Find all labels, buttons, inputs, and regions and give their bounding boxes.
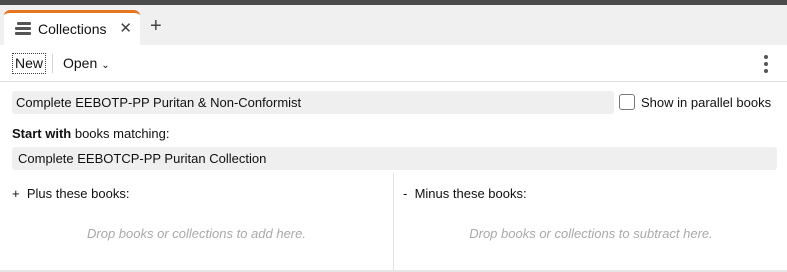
parallel-checkbox[interactable] xyxy=(619,94,635,110)
add-tab-icon[interactable]: + xyxy=(150,16,162,36)
start-with-field[interactable]: Complete EEBOTCP-PP Puritan Collection xyxy=(12,147,777,170)
close-icon[interactable]: ✕ xyxy=(119,19,132,39)
collections-icon xyxy=(15,22,31,36)
tab-strip: Collections ✕ + xyxy=(0,5,787,45)
toolbar: New Open ⌄ xyxy=(0,45,787,82)
tab-label: Collections xyxy=(38,21,107,37)
show-in-parallel-books-toggle[interactable]: Show in parallel books xyxy=(619,92,771,112)
minus-books-label: Minus these books: xyxy=(414,186,527,201)
tab-collections[interactable]: Collections ✕ xyxy=(4,10,140,45)
more-options-icon[interactable] xyxy=(763,55,769,73)
open-label: Open xyxy=(63,55,98,71)
start-with-rest: books matching: xyxy=(71,126,170,141)
start-with-bold: Start with xyxy=(12,126,72,141)
parallel-label: Show in parallel books xyxy=(641,94,772,110)
plus-books-label: Plus these books: xyxy=(26,186,130,201)
plus-books-dropzone[interactable]: + Plus these books: Drop books or collec… xyxy=(0,173,394,272)
minus-books-hint: Drop books or collections to subtract he… xyxy=(469,226,713,241)
open-button[interactable]: Open ⌄ xyxy=(63,53,110,74)
plus-books-title: + Plus these books: xyxy=(12,186,129,201)
collection-name-field[interactable]: Complete EEBOTP-PP Puritan & Non-Conform… xyxy=(12,91,614,114)
minus-sign: - xyxy=(403,186,408,201)
toolbar-divider xyxy=(52,54,53,73)
new-button[interactable]: New xyxy=(12,53,47,74)
plus-sign: + xyxy=(12,186,20,201)
minus-books-title: - Minus these books: xyxy=(403,186,527,201)
start-with-label: Start with books matching: xyxy=(12,126,170,141)
minus-books-dropzone[interactable]: - Minus these books: Drop books or colle… xyxy=(395,173,787,272)
plus-books-hint: Drop books or collections to add here. xyxy=(87,226,306,241)
chevron-down-icon: ⌄ xyxy=(101,60,110,71)
